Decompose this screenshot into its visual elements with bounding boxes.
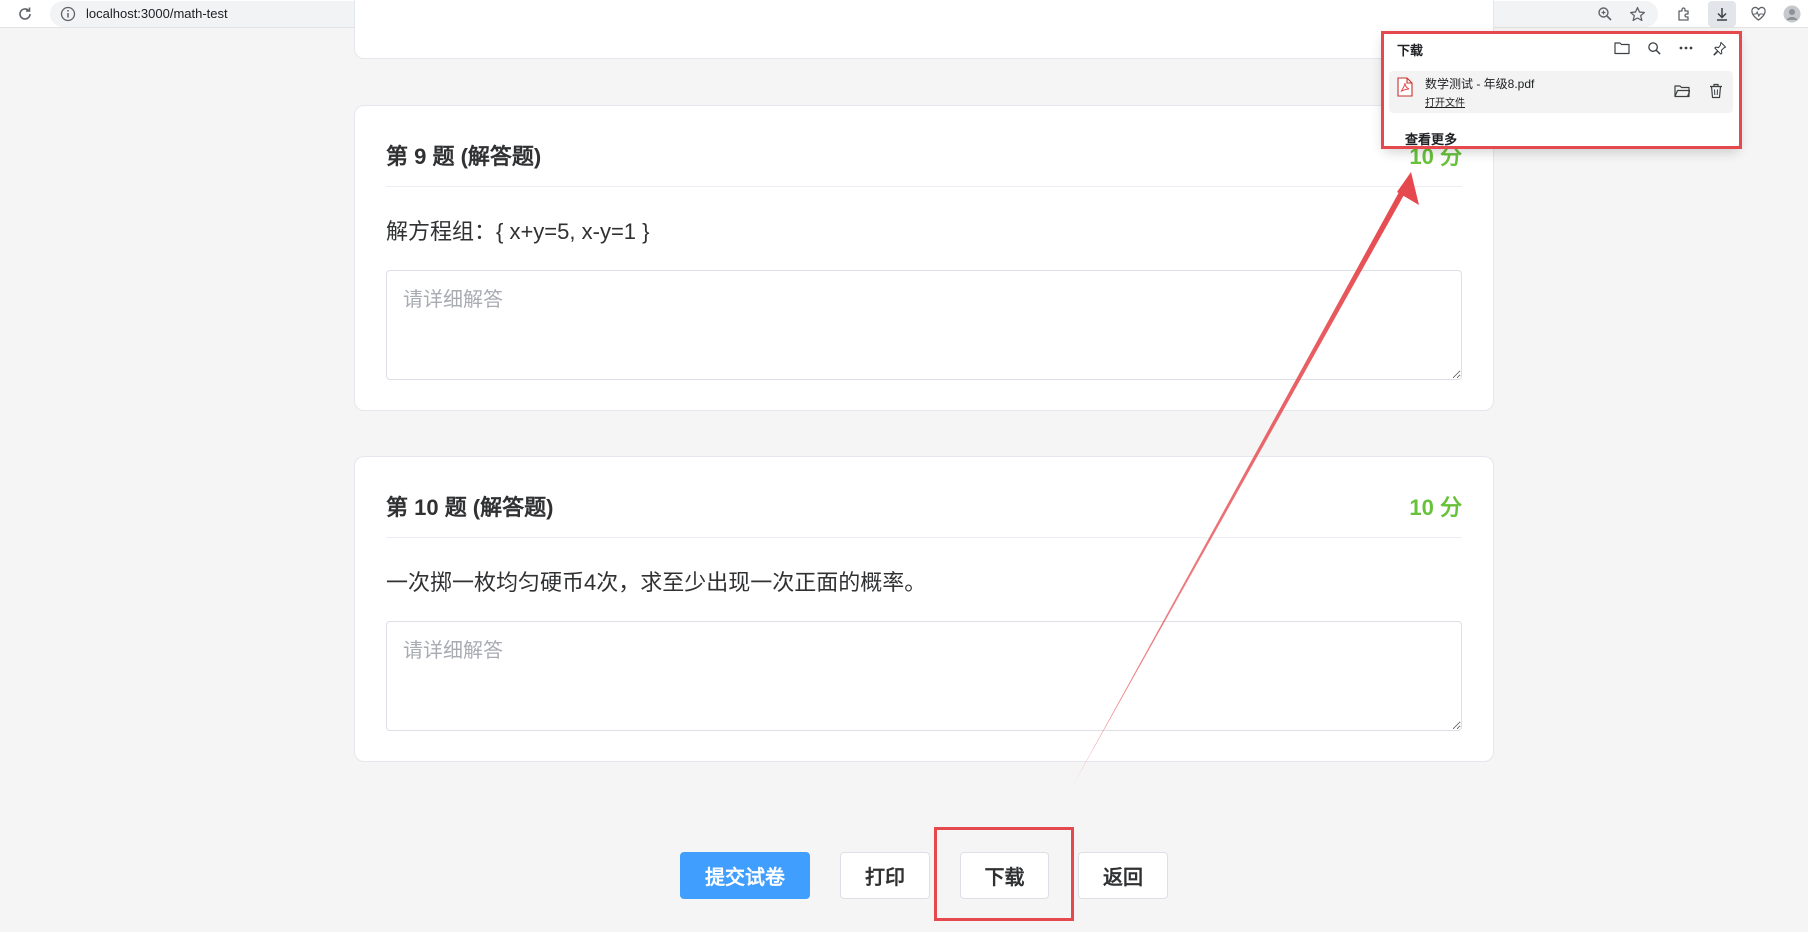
show-in-folder-button[interactable] [1671, 80, 1693, 102]
download-icon [1717, 8, 1727, 21]
question-text: 一次掷一枚均匀硬币4次，求至少出现一次正面的概率。 [386, 570, 927, 595]
reload-button[interactable] [14, 3, 36, 25]
avatar-icon [1783, 5, 1801, 23]
download-button[interactable]: 下载 [960, 852, 1049, 899]
pdf-file-icon [1397, 77, 1413, 97]
search-icon [1647, 41, 1661, 55]
pin-icon [1712, 41, 1726, 56]
back-button[interactable]: 返回 [1078, 852, 1168, 899]
trash-icon [1710, 83, 1722, 99]
download-filename[interactable]: 数学测试 - 年级8.pdf [1425, 75, 1534, 92]
downloads-button[interactable] [1708, 1, 1736, 27]
question-card-previous [354, 0, 1494, 59]
folder-icon [1674, 85, 1690, 98]
info-icon[interactable] [60, 6, 76, 22]
open-downloads-folder-button[interactable] [1611, 37, 1633, 59]
question-card-9: 第 9 题 (解答题) 10 分 解方程组：{ x+y=5, x-y=1 } [354, 105, 1494, 411]
downloads-title: 下载 [1397, 43, 1424, 58]
delete-download-button[interactable] [1705, 80, 1727, 102]
profile-button[interactable] [1778, 1, 1806, 27]
answer-textarea[interactable] [386, 270, 1462, 380]
more-icon [1679, 46, 1693, 50]
submit-button[interactable]: 提交试卷 [680, 852, 810, 899]
question-card-10: 第 10 题 (解答题) 10 分 一次掷一枚均匀硬币4次，求至少出现一次正面的… [354, 456, 1494, 762]
see-more-link[interactable]: 查看更多 [1405, 129, 1457, 148]
question-text: 解方程组：{ x+y=5, x-y=1 } [386, 219, 650, 244]
pin-panel-button[interactable] [1708, 37, 1730, 59]
url-text[interactable]: localhost:3000/math-test [86, 1, 228, 27]
zoom-button[interactable] [1594, 3, 1616, 25]
open-file-link[interactable]: 打开文件 [1425, 94, 1465, 109]
question-header: 第 9 题 (解答题) 10 分 [386, 106, 1462, 187]
reload-icon [19, 7, 31, 20]
question-title: 第 9 题 (解答题) [386, 144, 542, 169]
download-item[interactable]: 数学测试 - 年级8.pdf 打开文件 [1389, 71, 1733, 113]
puzzle-icon [1678, 7, 1689, 21]
heartbeat-icon [1750, 6, 1766, 21]
print-button[interactable]: 打印 [840, 852, 930, 899]
question-score: 10 分 [1409, 495, 1462, 520]
zoom-icon [1598, 7, 1612, 21]
question-header: 第 10 题 (解答题) 10 分 [386, 457, 1462, 538]
bookmark-button[interactable] [1626, 3, 1648, 25]
folder-icon [1614, 42, 1630, 55]
extensions-button[interactable] [1670, 1, 1698, 27]
answer-textarea[interactable] [386, 621, 1462, 731]
question-title: 第 10 题 (解答题) [386, 495, 554, 520]
search-downloads-button[interactable] [1643, 37, 1665, 59]
health-button[interactable] [1744, 1, 1772, 27]
star-icon [1629, 6, 1645, 21]
more-options-button[interactable] [1675, 37, 1697, 59]
downloads-panel: 下载 数学测试 - 年级8.pdf 打开文件 查看更多 [1383, 33, 1739, 149]
